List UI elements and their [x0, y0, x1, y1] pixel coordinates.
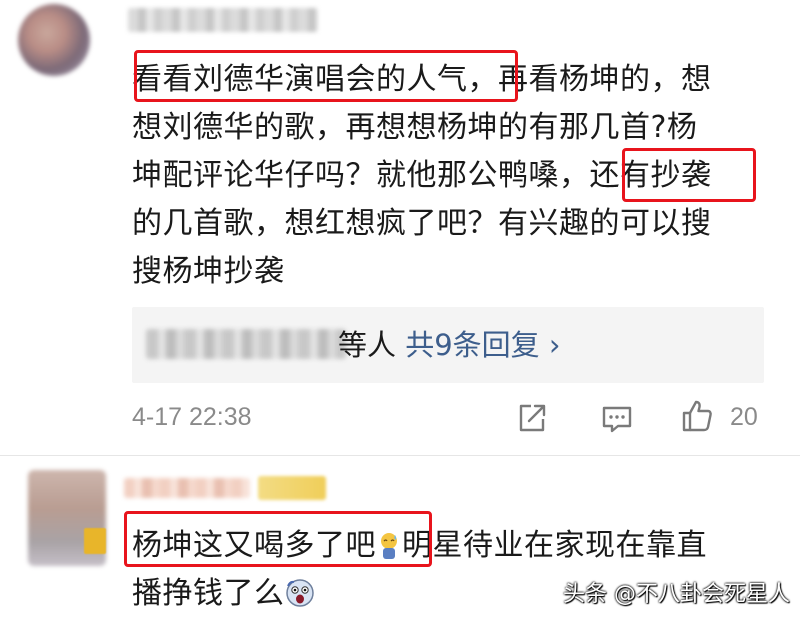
like-count: 20: [730, 403, 758, 431]
share-icon[interactable]: [515, 401, 549, 435]
timestamp: 4-17 22:38: [132, 403, 252, 431]
highlight-box: [124, 511, 432, 567]
username-blurred[interactable]: [128, 8, 318, 32]
divider: [0, 455, 800, 456]
user-level-badge: [258, 476, 326, 500]
comment-text: 播挣钱了么: [132, 576, 285, 611]
reply-summary[interactable]: 等人 共9条回复 ›: [338, 325, 561, 365]
comment-line: 播挣钱了么: [132, 573, 315, 615]
comment-text: 明星待业在家现在靠直: [402, 528, 707, 563]
watermark: 头条 @不八卦会死星人: [563, 582, 790, 607]
comment-line: 搜杨坤抄袭: [132, 254, 285, 289]
comment-icon[interactable]: [600, 402, 634, 436]
reply-suffix: 等人: [338, 328, 397, 362]
verified-badge-icon: [84, 528, 106, 554]
highlight-box: [622, 148, 756, 202]
reply-usernames-blurred: [146, 329, 346, 359]
shocked-emoji-icon: [285, 579, 314, 607]
username-blurred[interactable]: [124, 478, 250, 498]
comment-line: 的几首歌，想红想疯了吧？有兴趣的可以搜: [132, 206, 712, 241]
view-replies-link[interactable]: 共9条回复 ›: [405, 328, 560, 362]
highlight-box: [134, 50, 518, 102]
like-icon[interactable]: [680, 399, 714, 433]
avatar[interactable]: [18, 4, 90, 76]
comment-line: 想刘德华的歌，再想想杨坤的有那几首?杨: [132, 110, 698, 145]
